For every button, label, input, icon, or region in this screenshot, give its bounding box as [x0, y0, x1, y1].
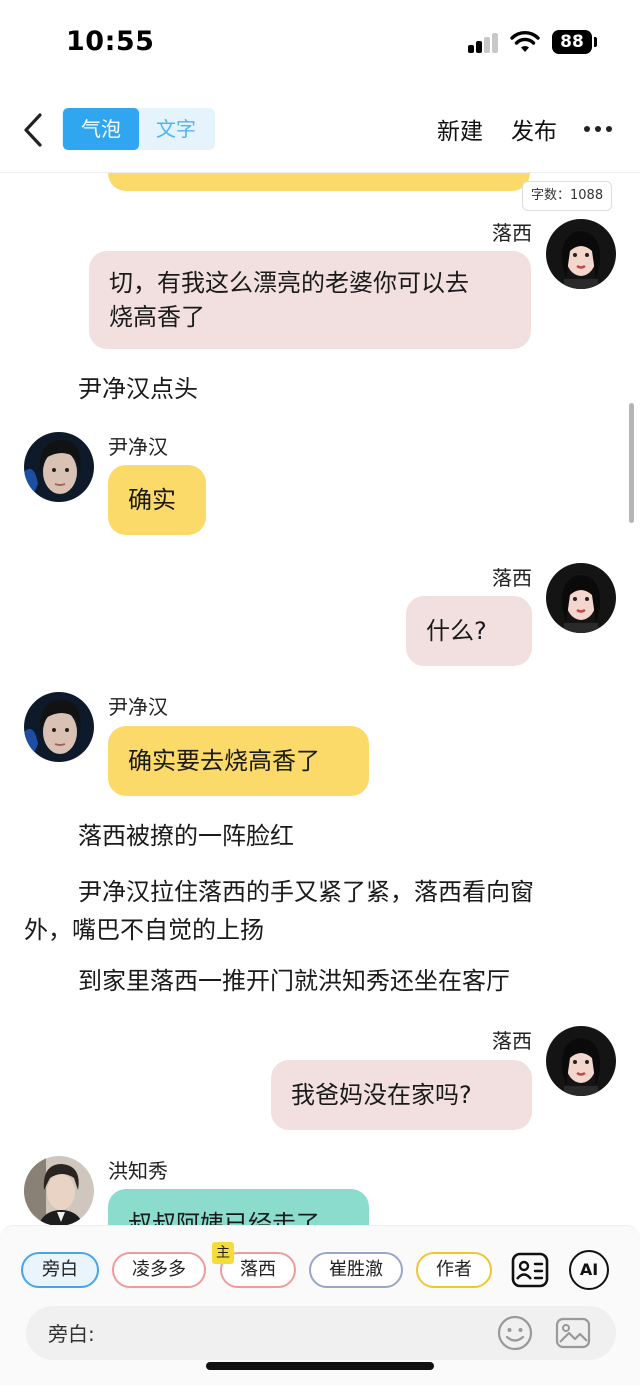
character-list-icon[interactable]: [510, 1250, 550, 1290]
narration-text[interactable]: 落西被撩的一阵脸红: [78, 817, 294, 855]
tab-bubble[interactable]: 气泡: [63, 108, 139, 150]
role-chip-lingduoduo[interactable]: 凌多多: [112, 1252, 206, 1288]
ai-button[interactable]: AI: [569, 1250, 609, 1290]
speaker-name: 洪知秀: [108, 1159, 168, 1183]
back-arrow-icon[interactable]: [14, 110, 54, 150]
avatar-luoxi[interactable]: [546, 219, 616, 289]
message-bubble[interactable]: 叔叔阿姨已经走了: [108, 1189, 369, 1225]
speaker-name: 尹净汉: [108, 435, 168, 459]
avatar-hongzhixiu-icon: [24, 1156, 94, 1225]
image-icon[interactable]: [554, 1314, 592, 1352]
word-count-badge: 字数：1088: [522, 181, 613, 211]
avatar-luoxi-icon: [546, 1026, 616, 1096]
status-time: 10:55: [66, 26, 155, 57]
role-chip-narrator[interactable]: 旁白: [21, 1252, 99, 1288]
new-button[interactable]: 新建: [437, 112, 483, 146]
chat-editor-screen: 10:55 88 气泡 文字 新建 发布 字数：1088 落西 切，有我这么漂亮…: [0, 0, 640, 1385]
wifi-icon: [510, 31, 540, 52]
message-bubble[interactable]: 我爸妈没在家吗?: [271, 1060, 532, 1130]
speaker-name: 落西: [492, 566, 532, 590]
narration-text[interactable]: 尹净汉点头: [78, 370, 198, 408]
avatar-yinjinghan[interactable]: [24, 692, 94, 762]
more-options-icon[interactable]: [584, 126, 614, 134]
battery-tip-icon: [594, 37, 597, 47]
emoji-icon[interactable]: [496, 1314, 534, 1352]
publish-button[interactable]: 发布: [511, 112, 557, 146]
input-role-label: 旁白:: [48, 1322, 95, 1346]
main-character-badge: 主: [212, 1242, 234, 1264]
avatar-yinjinghan-icon: [24, 432, 94, 502]
avatar-luoxi[interactable]: [546, 563, 616, 633]
speaker-name: 落西: [492, 221, 532, 245]
avatar-yinjinghan-icon: [24, 692, 94, 762]
top-nav-bar: 气泡 文字 新建 发布: [0, 96, 640, 166]
home-indicator: [206, 1362, 434, 1370]
message-bubble[interactable]: 确实: [108, 465, 206, 535]
status-bar: 10:55 88: [0, 0, 640, 86]
chat-scroll-area[interactable]: 字数：1088 落西 切，有我这么漂亮的老婆你可以去 烧高香了 尹净汉点头 尹净…: [0, 173, 640, 1225]
scrollbar-thumb[interactable]: [629, 403, 634, 523]
narration-text[interactable]: 到家里落西一推开门就洪知秀还坐在客厅: [78, 962, 510, 1000]
avatar-luoxi-icon: [546, 563, 616, 633]
narration-text[interactable]: 尹净汉拉住落西的手又紧了紧，落西看向窗 外，嘴巴不自觉的上扬: [24, 873, 614, 949]
cellular-signal-icon: [468, 33, 500, 53]
speaker-name: 尹净汉: [108, 695, 168, 719]
message-bubble-partial[interactable]: [108, 173, 530, 191]
avatar-luoxi-icon: [546, 219, 616, 289]
avatar-luoxi[interactable]: [546, 1026, 616, 1096]
avatar-yinjinghan[interactable]: [24, 432, 94, 502]
avatar-hongzhixiu[interactable]: [24, 1156, 94, 1225]
message-bubble[interactable]: 确实要去烧高香了: [108, 726, 369, 796]
speaker-name: 落西: [492, 1029, 532, 1053]
message-input[interactable]: 旁白:: [26, 1306, 616, 1360]
role-chip-author[interactable]: 作者: [416, 1252, 492, 1288]
battery-level: 88: [552, 30, 592, 54]
message-bubble[interactable]: 切，有我这么漂亮的老婆你可以去 烧高香了: [89, 251, 531, 349]
role-chip-cuishengche[interactable]: 崔胜澈: [309, 1252, 403, 1288]
bottom-input-panel: 旁白 凌多多 落西 主 崔胜澈 作者 AI 旁白:: [0, 1225, 640, 1385]
tab-text[interactable]: 文字: [138, 108, 214, 150]
mode-toggle: 气泡 文字: [62, 108, 215, 150]
message-bubble[interactable]: 什么?: [406, 596, 532, 666]
